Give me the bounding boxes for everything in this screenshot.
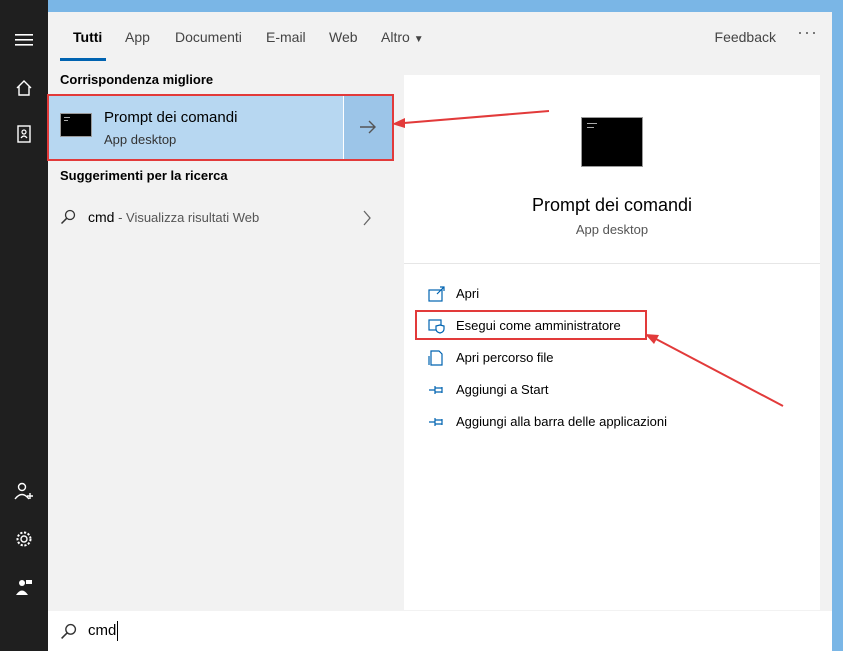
search-bar[interactable]: cmd xyxy=(48,611,832,651)
tab-apps[interactable]: App xyxy=(125,29,150,45)
window-edge xyxy=(832,0,843,651)
tab-documents[interactable]: Documenti xyxy=(175,29,242,45)
user-feedback-icon[interactable] xyxy=(12,575,36,599)
tab-more[interactable]: Altro ▼ xyxy=(381,29,424,45)
suggestions-heading: Suggerimenti per la ricerca xyxy=(60,168,228,183)
action-pin-to-taskbar[interactable]: Aggiungi alla barra delle applicazioni xyxy=(428,408,808,436)
notebook-icon[interactable] xyxy=(12,122,36,146)
tab-email[interactable]: E-mail xyxy=(266,29,306,45)
suggestion-text: cmd - Visualizza risultati Web xyxy=(88,209,259,225)
left-rail xyxy=(0,0,48,651)
suggestion-query: cmd xyxy=(88,209,115,225)
best-match-heading: Corrispondenza migliore xyxy=(60,72,214,87)
search-icon xyxy=(60,209,76,225)
feedback-link[interactable]: Feedback xyxy=(715,29,776,45)
action-open-file-location-label: Apri percorso file xyxy=(456,350,554,365)
pin-icon xyxy=(429,386,443,394)
annotation-box-run-as-admin xyxy=(415,310,647,340)
tab-all[interactable]: Tutti xyxy=(73,29,102,45)
more-options-icon[interactable]: ··· xyxy=(797,22,818,43)
preview-divider xyxy=(404,263,820,264)
action-open-file-location[interactable]: Apri percorso file xyxy=(428,344,808,372)
text-caret xyxy=(117,621,118,641)
preview-subtitle: App desktop xyxy=(575,222,649,237)
annotation-box-best-match xyxy=(47,94,394,161)
active-tab-indicator xyxy=(60,58,106,61)
action-pin-to-start[interactable]: Aggiungi a Start xyxy=(428,376,808,404)
open-icon xyxy=(428,286,445,302)
home-icon[interactable] xyxy=(12,76,36,100)
settings-gear-icon[interactable] xyxy=(12,527,36,551)
add-account-icon[interactable] xyxy=(12,479,36,503)
command-prompt-large-icon xyxy=(581,117,643,167)
chevron-right-icon xyxy=(363,210,371,226)
web-suggestion-item[interactable]: cmd - Visualizza risultati Web xyxy=(48,197,392,237)
search-input[interactable]: cmd xyxy=(88,622,116,639)
pin-icon xyxy=(429,418,443,426)
search-tabs: Tutti App Documenti E-mail Web Altro ▼ F… xyxy=(48,12,832,62)
hamburger-menu-icon[interactable] xyxy=(12,28,36,52)
chevron-down-icon: ▼ xyxy=(413,34,424,45)
preview-pane: Prompt dei comandi App desktop Apri Eseg… xyxy=(404,75,820,610)
preview-title: Prompt dei comandi xyxy=(531,195,693,215)
action-open-label: Apri xyxy=(456,286,480,301)
tab-web[interactable]: Web xyxy=(329,29,358,45)
action-open[interactable]: Apri xyxy=(428,280,808,308)
tab-more-label: Altro xyxy=(381,29,410,45)
file-location-icon xyxy=(428,350,443,366)
search-icon xyxy=(61,623,77,639)
action-pin-to-taskbar-label: Aggiungi alla barra delle applicazioni xyxy=(456,414,668,429)
suggestion-hint: - Visualizza risultati Web xyxy=(114,210,260,225)
action-pin-to-start-label: Aggiungi a Start xyxy=(456,382,549,397)
